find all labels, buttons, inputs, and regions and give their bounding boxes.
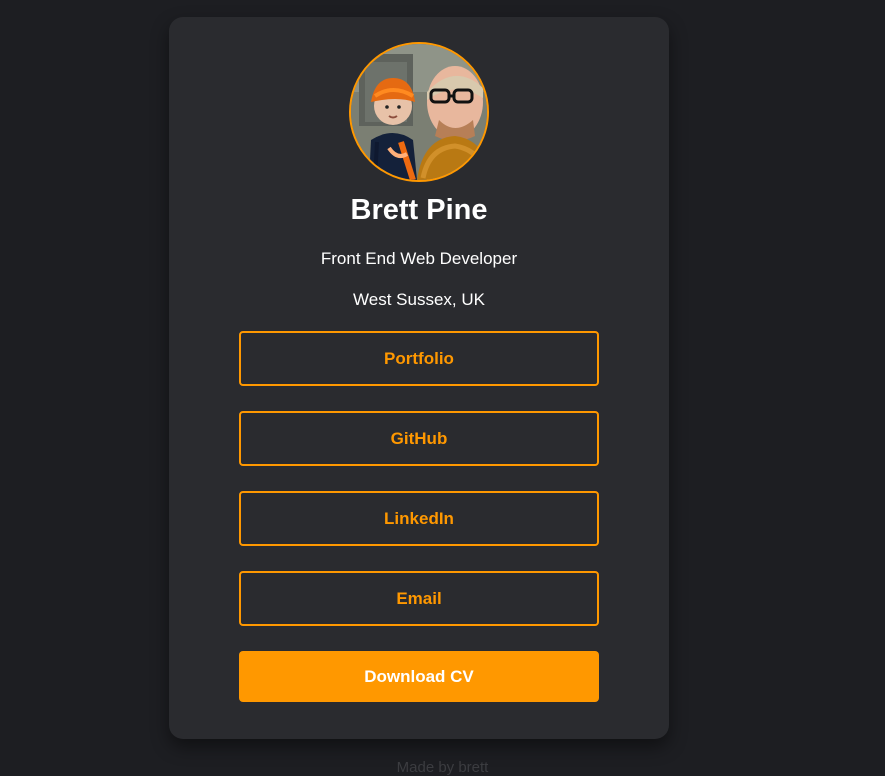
github-button[interactable]: GitHub (239, 411, 599, 466)
footer-credit: Made by brett (396, 759, 489, 776)
profile-role: Front End Web Developer (320, 249, 518, 268)
profile-card: Brett Pine Front End Web Developer West … (169, 17, 669, 739)
avatar-photo (351, 44, 487, 180)
portfolio-button[interactable]: Portfolio (239, 331, 599, 386)
profile-location: West Sussex, UK (353, 290, 485, 309)
profile-name: Brett Pine (350, 194, 488, 226)
download-cv-button[interactable]: Download CV (239, 651, 599, 702)
email-button[interactable]: Email (239, 571, 599, 626)
linkedin-button[interactable]: LinkedIn (239, 491, 599, 546)
avatar (349, 42, 489, 182)
